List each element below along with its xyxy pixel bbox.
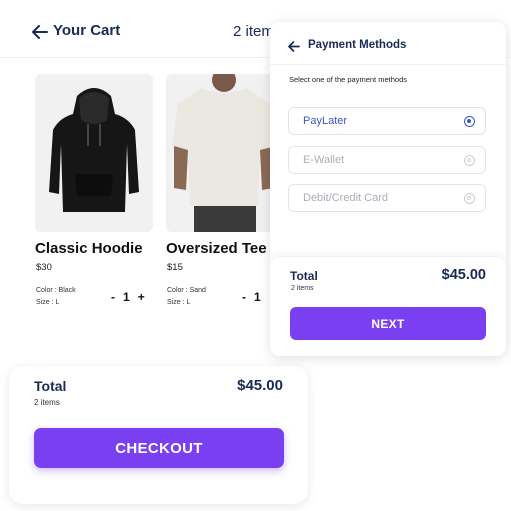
total-amount: $45.00 — [237, 377, 283, 394]
cart-total-card: Total 2 items $45.00 CHECKOUT — [9, 366, 308, 504]
payment-header: Payment Methods — [270, 22, 506, 65]
payment-option-ewallet[interactable]: E-Wallet — [288, 146, 486, 174]
option-label: E-Wallet — [303, 154, 345, 166]
radio-selected-icon[interactable] — [464, 116, 475, 127]
payment-footer: Total 2 items $45.00 NEXT — [270, 256, 506, 356]
total-label: Total — [290, 269, 318, 283]
arrow-left-icon[interactable] — [30, 22, 50, 42]
radio-unselected-icon[interactable] — [464, 193, 475, 204]
total-items: 2 items — [34, 398, 60, 407]
decrease-button[interactable]: - — [242, 290, 246, 304]
quantity-value: 1 — [123, 290, 130, 304]
payment-option-paylater[interactable]: PayLater — [288, 107, 486, 135]
product-color: Color : Sand — [167, 287, 206, 294]
product-name: Classic Hoodie — [35, 240, 143, 257]
arrow-left-icon[interactable] — [287, 39, 301, 53]
decrease-button[interactable]: - — [111, 290, 115, 304]
payment-option-card[interactable]: Debit/Credit Card — [288, 184, 486, 212]
cart-product: Classic Hoodie $30 Color : Black Size : … — [35, 74, 153, 306]
payment-title: Payment Methods — [308, 39, 407, 51]
increase-button[interactable]: + — [138, 290, 145, 304]
quantity-stepper: - 1 + — [111, 290, 145, 304]
product-color: Color : Black — [36, 287, 76, 294]
radio-unselected-icon[interactable] — [464, 155, 475, 166]
product-name: Oversized Tee — [166, 240, 267, 257]
tshirt-image — [166, 74, 284, 232]
checkout-button[interactable]: CHECKOUT — [34, 428, 284, 468]
product-size: Size : L — [167, 299, 191, 306]
option-label: Debit/Credit Card — [303, 192, 388, 204]
quantity-stepper: - 1 — [242, 290, 261, 304]
option-label: PayLater — [303, 115, 348, 127]
next-button[interactable]: NEXT — [290, 307, 486, 340]
product-price: $15 — [167, 262, 183, 273]
payment-subtitle: Select one of the payment methods — [289, 75, 407, 84]
hoodie-image — [35, 74, 153, 232]
product-size: Size : L — [36, 299, 60, 306]
payment-methods-card: Payment Methods Select one of the paymen… — [270, 22, 506, 356]
product-price: $30 — [36, 262, 52, 273]
total-label: Total — [34, 378, 67, 394]
page-title: Your Cart — [53, 22, 121, 39]
quantity-value: 1 — [254, 290, 261, 304]
total-items: 2 items — [291, 285, 314, 292]
cart-product: Oversized Tee $15 Color : Sand Size : L … — [166, 74, 284, 306]
total-amount: $45.00 — [441, 267, 486, 283]
